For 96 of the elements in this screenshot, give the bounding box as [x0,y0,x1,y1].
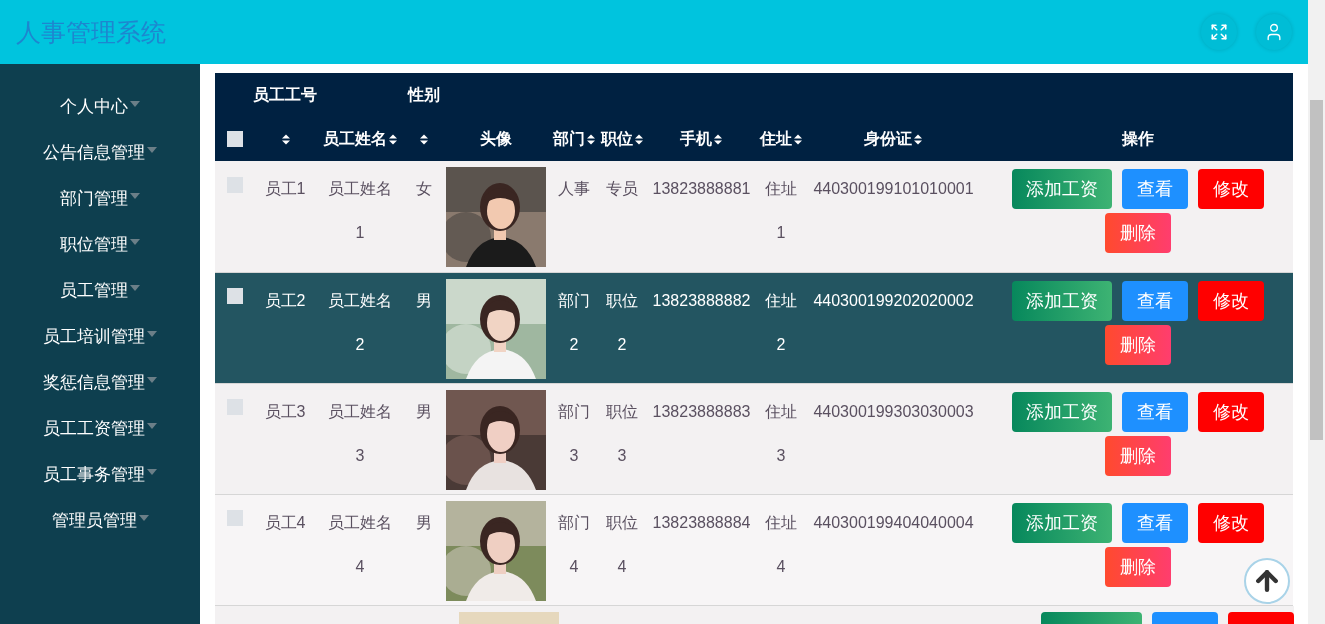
table-cell-text: 部门4 [557,512,591,577]
column-header: 身份证 [864,128,912,149]
caret-icon [147,377,157,383]
column-header: 手机 [680,128,712,149]
app-title: 人事管理系统 [16,16,167,48]
row-checkbox[interactable] [227,510,243,527]
table-cell-text: 职位4 [605,512,639,577]
table-cell-text: 440300199101010001 [813,179,974,199]
edit-button[interactable]: 修改 [1197,502,1264,543]
sidebar-item[interactable]: 管理员管理 [0,497,200,543]
table-row[interactable]: 员工1 员工姓名1 女 人事 专员 13823888881 住址1 440300199101010001 添加工资 查看 修改 删除 [215,161,1293,272]
table-cell-text: 职位2 [605,290,639,355]
table-cell-text: 男 [415,401,432,422]
view-button[interactable]: 查看 [1121,391,1188,432]
select-all-checkbox[interactable] [227,131,243,147]
view-button[interactable]: 查看 [1121,169,1188,209]
sort-icon[interactable] [585,132,596,146]
sort-icon[interactable] [792,132,803,146]
table-cell-text: 440300199202020002 [813,290,974,311]
table-cell-text: 440300199404040004 [813,512,974,533]
table-cell-text: 员工3 [264,401,306,422]
delete-button[interactable]: 删除 [1104,546,1171,587]
view-button[interactable]: 查看 [1121,280,1188,321]
table-cell-text: 员工4 [264,512,306,533]
table-cell-text: 员工姓名2 [327,290,393,355]
sidebar-item[interactable]: 员工培训管理 [0,313,200,359]
sort-icon[interactable] [280,132,291,146]
column-header: 住址 [759,128,792,149]
table-cell-text: 职位3 [605,401,639,466]
table-cell-text: 男 [415,290,432,311]
table-cell-text: 13823888883 [652,401,751,422]
row-checkbox[interactable] [227,288,243,305]
table-cell-text: 住址2 [764,290,798,355]
edit-button[interactable]: 修改 [1197,391,1264,432]
caret-icon [147,469,157,475]
table-cell-text: 部门2 [557,290,591,355]
column-header: 职位 [600,128,633,149]
table-row[interactable]: 员工2 员工姓名2 男 部门2 职位2 13823888882 住址2 440300199202020002 添加工资 查看 修改 删除 [215,272,1293,383]
sidebar-item[interactable]: 奖惩信息管理 [0,359,200,405]
sidebar-item[interactable]: 部门管理 [0,175,200,221]
table-cell-text: 13823888881 [652,179,751,199]
add-button[interactable]: 添加工资 [1011,280,1112,321]
table-cell-text: 男 [415,512,432,533]
sidebar-item[interactable]: 员工工资管理 [0,405,200,451]
table-cell-text: 住址1 [764,179,798,243]
sidebar-item[interactable]: 员工事务管理 [0,451,200,497]
table-cell-text: 员工姓名3 [327,401,393,466]
delete-button[interactable]: 删除 [1104,435,1171,476]
table-row[interactable]: 员工4 员工姓名4 男 部门4 职位4 13823888884 住址4 440300199404040004 添加工资 查看 修改 删除 [215,494,1293,605]
sort-icon[interactable] [633,132,644,146]
table-cell-text: 女 [415,179,432,199]
table-cell-text: 13823888884 [652,512,751,533]
add-button[interactable]: 添加工资 [1011,169,1112,209]
table-cell-text: 人事 [558,179,590,199]
caret-icon [130,193,140,199]
table-cell-text: 部门3 [557,401,591,466]
table-cell-text: 住址4 [764,512,798,577]
add-button[interactable]: 添加工资 [1011,502,1112,543]
add-button[interactable]: 添加工资 [1011,391,1112,432]
scrollbar-thumb[interactable] [1310,100,1323,440]
caret-icon [147,147,157,153]
table-cell-text: 住址3 [764,401,798,466]
column-header: 性别 [407,84,440,105]
table-cell-text: 员工姓名4 [327,512,393,577]
table-cell-text: 员工1 [264,179,306,199]
view-button[interactable]: 查看 [1121,502,1188,543]
table-cell-text: 专员 [606,179,638,199]
caret-icon [130,285,140,291]
column-header: 部门 [552,128,585,149]
sidebar-item[interactable]: 员工管理 [0,267,200,313]
column-header: 员工姓名 [322,128,387,149]
sidebar-item[interactable]: 职位管理 [0,221,200,267]
table-cell-text: 13823888882 [652,290,751,311]
column-header: 头像 [480,128,512,149]
sidebar-item[interactable]: 公告信息管理 [0,129,200,175]
sidebar-item[interactable]: 个人中心 [0,83,200,129]
table-cell-text: 员工姓名1 [327,179,393,243]
table-cell-text: 员工2 [264,290,306,311]
sort-icon[interactable] [419,132,429,146]
table-row[interactable]: 员工3 员工姓名3 男 部门3 职位3 13823888883 住址3 440300199303030003 添加工资 查看 修改 删除 [215,383,1293,494]
sort-icon[interactable] [387,132,398,146]
delete-button[interactable]: 删除 [1104,213,1171,253]
caret-icon [147,331,157,337]
caret-icon [130,101,140,107]
edit-button[interactable]: 修改 [1197,280,1264,321]
edit-button[interactable]: 修改 [1197,169,1264,209]
delete-button[interactable]: 删除 [1104,324,1171,365]
caret-icon [138,515,149,521]
caret-icon [130,239,140,245]
sort-icon[interactable] [713,132,723,146]
column-header: 操作 [1121,128,1154,149]
table-cell-text: 440300199303030003 [813,401,974,422]
column-header: 员工工号 [253,84,317,105]
fullscreen-icon [1210,23,1228,41]
sort-icon[interactable] [913,132,923,146]
caret-icon [147,423,157,429]
